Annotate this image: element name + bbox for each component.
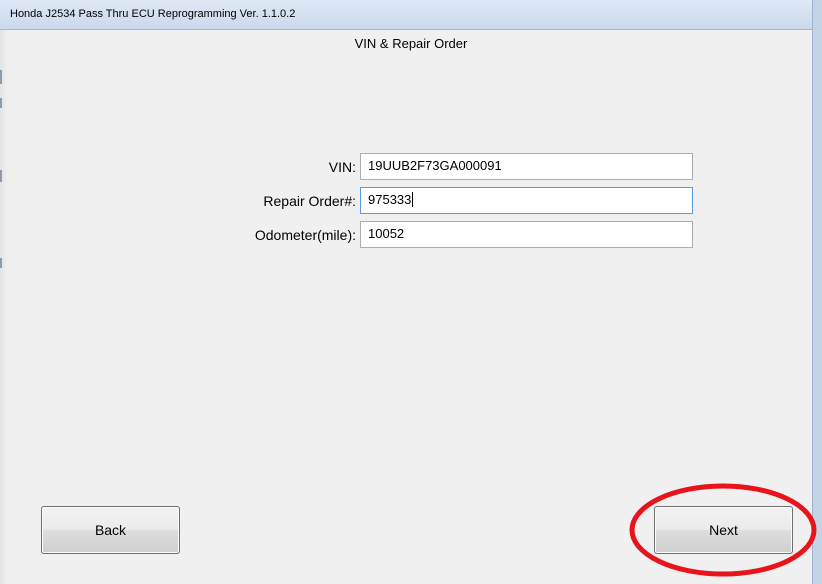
app-window: Honda J2534 Pass Thru ECU Reprogramming … <box>0 0 822 584</box>
window-title: Honda J2534 Pass Thru ECU Reprogramming … <box>10 8 296 20</box>
title-bar: Honda J2534 Pass Thru ECU Reprogramming … <box>0 0 812 30</box>
next-button[interactable]: Next <box>654 506 793 554</box>
repair-order-value: 975333 <box>368 192 412 207</box>
odometer-field[interactable]: 10052 <box>360 221 693 248</box>
odometer-value: 10052 <box>368 226 405 241</box>
window-frame-right <box>812 0 822 584</box>
odometer-label: Odometer(mile): <box>254 227 356 243</box>
back-button[interactable]: Back <box>41 506 180 554</box>
vin-value: 19UUB2F73GA000091 <box>368 158 502 173</box>
repair-order-label: Repair Order#: <box>263 193 356 209</box>
page-title: VIN & Repair Order <box>354 36 468 51</box>
vin-label: VIN: <box>328 159 356 175</box>
vin-field[interactable]: 19UUB2F73GA000091 <box>360 153 693 180</box>
window-frame-left <box>0 30 8 584</box>
content-area <box>8 30 812 584</box>
text-caret <box>412 192 414 207</box>
repair-order-field[interactable]: 975333 <box>360 187 693 214</box>
